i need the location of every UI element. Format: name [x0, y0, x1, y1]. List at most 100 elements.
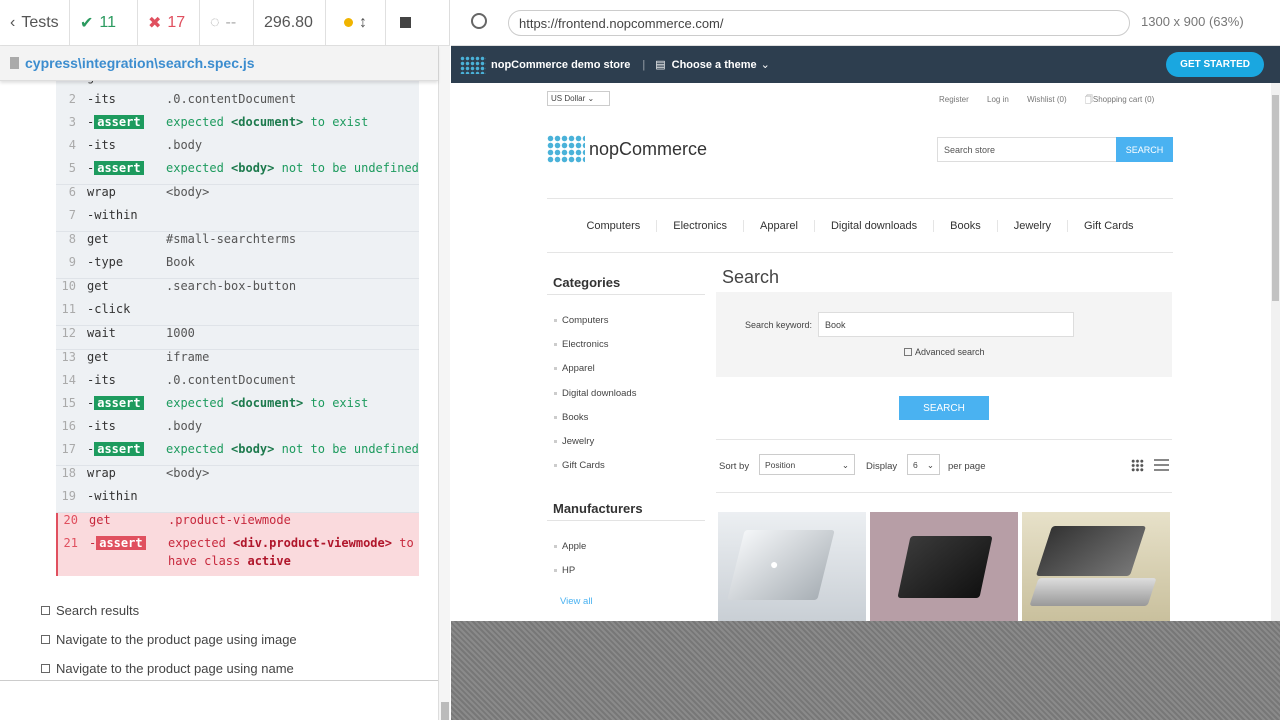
menu-item-electronics[interactable]: Electronics: [657, 219, 745, 232]
duration: 296.80: [254, 0, 326, 45]
selector-playground-icon[interactable]: [471, 13, 487, 29]
demo-title: nopCommerce demo store: [491, 58, 631, 71]
login-link[interactable]: Log in: [987, 95, 1009, 104]
command-name: -click: [87, 302, 131, 316]
command-name: - assert: [89, 536, 146, 550]
command-row[interactable]: 17- assert expected <body> not to be undef…: [56, 442, 419, 465]
command-row[interactable]: 16 -its .body: [56, 419, 419, 442]
manufacturer-link[interactable]: Apple: [554, 541, 586, 552]
command-row[interactable]: 20 get .product-viewmode: [58, 513, 419, 536]
command-row[interactable]: 15- assert expected <document> to exist: [56, 396, 419, 419]
divider: [716, 492, 1172, 493]
sort-select[interactable]: Position ⌄: [759, 454, 855, 475]
category-link[interactable]: Jewelry: [554, 436, 594, 447]
command-log-scrollbar[interactable]: [438, 46, 450, 720]
category-link[interactable]: Digital downloads: [554, 388, 636, 399]
store-page: US Dollar ⌄ Register Log in Wishlist (0)…: [451, 83, 1271, 621]
keyword-input[interactable]: Book: [818, 312, 1074, 337]
command-row[interactable]: 7 -within: [56, 208, 419, 231]
category-link[interactable]: Electronics: [554, 339, 608, 350]
checkbox-icon: [41, 664, 50, 673]
category-link[interactable]: Computers: [554, 315, 608, 326]
product-image[interactable]: ●: [718, 512, 866, 621]
spec-path[interactable]: cypress\integration\search.spec.js: [25, 55, 255, 71]
url-bar[interactable]: https://frontend.nopcommerce.com/: [508, 10, 1130, 36]
store-logo[interactable]: nopCommerce: [547, 135, 707, 163]
command-row[interactable]: 14 -its .0.contentDocument: [56, 373, 419, 396]
command-row[interactable]: 21- assert expected <div.product-viewmode>…: [58, 536, 419, 576]
command-row[interactable]: 4 -its .body: [56, 138, 419, 161]
get-started-button[interactable]: GET STARTED: [1166, 52, 1264, 77]
test-item[interactable]: Navigate to the product page using name: [0, 654, 438, 683]
category-link[interactable]: Books: [554, 412, 588, 423]
scrollbar-thumb[interactable]: [1272, 95, 1279, 301]
advanced-search-checkbox[interactable]: Advanced search: [904, 347, 985, 357]
failed-command-group: 20 get .product-viewmode 21- assert expected…: [56, 513, 419, 576]
message-text: expected: [166, 115, 224, 129]
command-number: 12: [61, 326, 76, 340]
currency-value: US Dollar: [551, 94, 586, 103]
command-row[interactable]: 18 wrap <body>: [56, 466, 419, 489]
stop-button[interactable]: [386, 0, 421, 45]
nopcommerce-logo-icon: [547, 135, 585, 163]
product-image[interactable]: [1022, 512, 1170, 621]
menu-item-books[interactable]: Books: [934, 219, 998, 232]
command-number: 3: [68, 115, 76, 129]
menu-item-jewelry[interactable]: Jewelry: [998, 219, 1069, 232]
page-size-value: 6: [913, 460, 918, 470]
search-input[interactable]: Search store: [937, 137, 1117, 162]
command-dash: -: [87, 396, 95, 410]
command-row[interactable]: 3- assert expected <document> to exist: [56, 115, 419, 138]
command-row[interactable]: 5- assert expected <body> not to be undefi…: [56, 161, 419, 184]
product-image[interactable]: [870, 512, 1018, 621]
test-item[interactable]: Navigate to the product page using image: [0, 625, 438, 654]
command-number: 10: [61, 279, 76, 293]
command-group: 6 wrap <body> 7 -within: [56, 185, 419, 232]
message-text: not to be undefined: [281, 161, 419, 175]
command-row[interactable]: 11 -click: [56, 302, 419, 325]
view-all-link[interactable]: View all: [560, 596, 593, 607]
tests-label: Tests: [21, 13, 59, 31]
message-subject: <body>: [231, 161, 275, 175]
command-row[interactable]: 19 -within: [56, 489, 419, 512]
auto-scroll-toggle[interactable]: ↕: [326, 0, 386, 45]
register-link[interactable]: Register: [939, 95, 969, 104]
wishlist-link[interactable]: Wishlist (0): [1027, 95, 1067, 104]
menu-item-apparel[interactable]: Apparel: [744, 219, 815, 232]
menu-item-gift-cards[interactable]: Gift Cards: [1068, 220, 1150, 232]
search-submit-button[interactable]: SEARCH: [899, 396, 989, 420]
scrollbar-thumb[interactable]: [441, 702, 449, 720]
page-scrollbar[interactable]: [1271, 83, 1280, 621]
cart-link[interactable]: Shopping cart (0): [1093, 95, 1154, 104]
theme-selector[interactable]: Choose a theme: [672, 59, 757, 71]
menu-item-computers[interactable]: Computers: [570, 219, 658, 232]
command-row[interactable]: 8 get #small-searchterms: [56, 232, 419, 255]
command-row[interactable]: 6 wrap <body>: [56, 185, 419, 208]
list-view-icon[interactable]: [1154, 459, 1169, 472]
command-row[interactable]: 13 get iframe: [56, 350, 419, 373]
test-item[interactable]: Search results: [0, 596, 438, 625]
currency-select[interactable]: US Dollar ⌄: [547, 91, 610, 106]
sort-by-label: Sort by: [719, 461, 750, 472]
duration-value: 296.80: [264, 13, 313, 31]
command-row[interactable]: 9 -type Book: [56, 255, 419, 278]
command-number: 16: [61, 419, 76, 433]
command-message: expected <document> to exist: [166, 115, 416, 129]
search-button[interactable]: SEARCH: [1116, 137, 1173, 162]
command-row[interactable]: 10 get .search-box-button: [56, 279, 419, 302]
category-link[interactable]: Apparel: [554, 363, 595, 374]
menu-item-digital-downloads[interactable]: Digital downloads: [815, 219, 935, 232]
command-row[interactable]: 12 wait 1000: [56, 326, 419, 349]
command-name: get: [87, 279, 109, 293]
checkbox-icon: [41, 606, 50, 615]
manufacturer-link[interactable]: HP: [554, 565, 575, 576]
command-row[interactable]: 2 -its .0.contentDocument: [56, 92, 419, 115]
message-text: expected: [166, 442, 224, 456]
message-text: expected: [166, 161, 224, 175]
grid-view-icon[interactable]: [1131, 459, 1144, 472]
category-link[interactable]: Gift Cards: [554, 460, 605, 471]
command-number: 13: [61, 350, 76, 364]
tests-back-button[interactable]: ‹ Tests: [0, 0, 70, 45]
page-size-select[interactable]: 6 ⌄: [907, 454, 940, 475]
message-subject: active: [247, 554, 291, 568]
